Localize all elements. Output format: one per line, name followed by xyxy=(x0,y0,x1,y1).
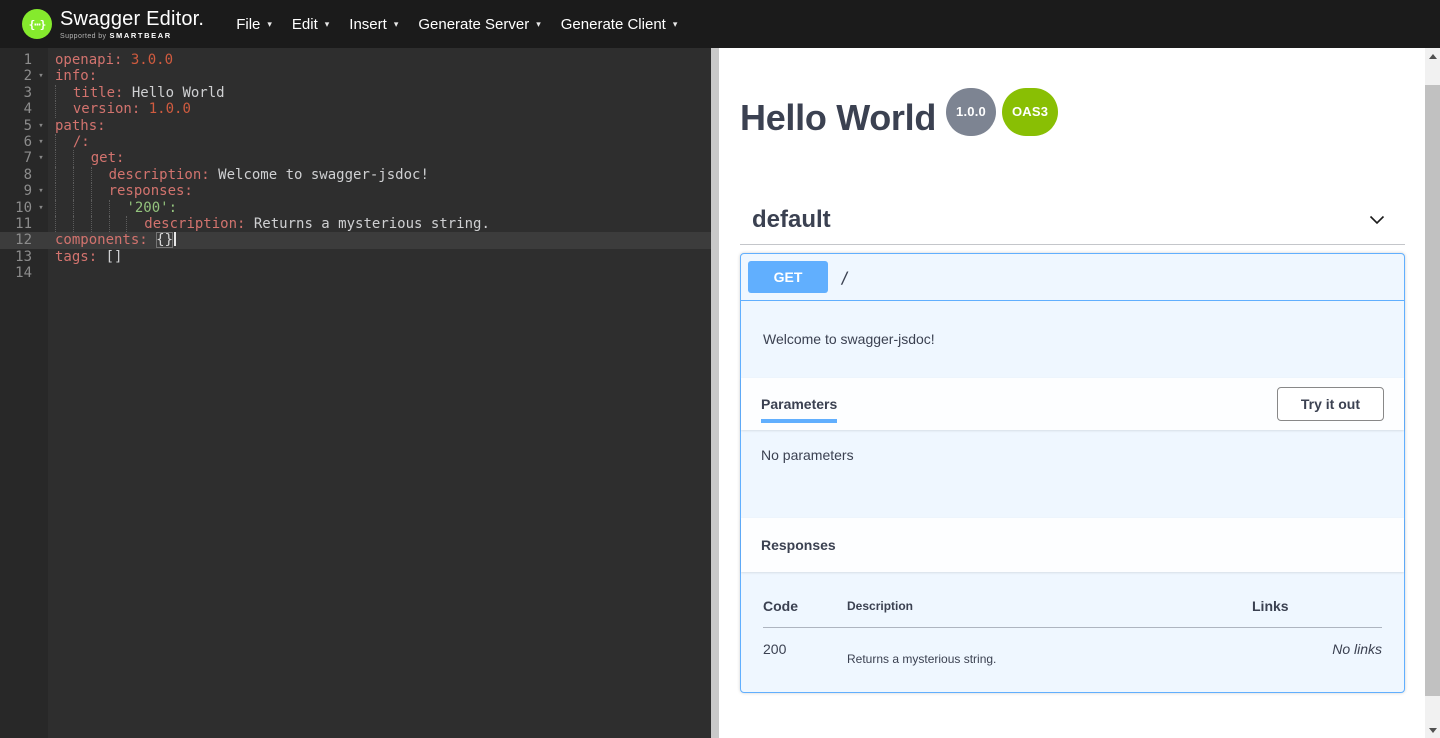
editor-line: 2▾info: xyxy=(0,68,711,84)
parameters-header: Parameters Try it out xyxy=(741,378,1404,430)
chevron-down-icon: ▾ xyxy=(536,19,541,30)
editor-line: 5▾paths: xyxy=(0,118,711,134)
fold-toggle-icon[interactable]: ▾ xyxy=(34,150,48,166)
brand-subtitle: Supported bySMARTBEAR xyxy=(60,31,204,40)
chevron-down-icon: ▾ xyxy=(394,19,399,30)
editor-line: 7▾ get: xyxy=(0,150,711,166)
chevron-down-icon: ▾ xyxy=(673,19,678,30)
scrollbar-thumb[interactable] xyxy=(1425,85,1440,696)
responses-table: Code Description Links 200 Returns a mys… xyxy=(763,598,1382,666)
swagger-logo-icon: {⋯} xyxy=(22,9,52,39)
scroll-down-arrow[interactable] xyxy=(1425,722,1440,738)
brand-title: Swagger Editor. xyxy=(60,9,204,29)
response-description: Returns a mysterious string. xyxy=(847,628,1252,667)
version-badge: 1.0.0 xyxy=(946,88,996,136)
editor-line: 1openapi: 3.0.0 xyxy=(0,52,711,68)
response-code: 200 xyxy=(763,628,847,667)
responses-col-links: Links xyxy=(1252,598,1382,628)
editor-line: 11 description: Returns a mysterious str… xyxy=(0,216,711,232)
opblock-get: GET / Welcome to swagger-jsdoc! Paramete… xyxy=(740,253,1405,693)
try-it-out-button[interactable]: Try it out xyxy=(1277,387,1384,421)
editor-line: 9▾ responses: xyxy=(0,183,711,199)
vertical-scrollbar[interactable] xyxy=(1425,48,1440,738)
tab-parameters[interactable]: Parameters xyxy=(761,378,837,423)
operation-path: / xyxy=(840,268,850,287)
tag-section-default[interactable]: default xyxy=(740,196,1405,245)
editor-line: 14 xyxy=(0,265,711,281)
menu-edit[interactable]: Edit▾ xyxy=(282,2,339,47)
menu-bar: File▾ Edit▾ Insert▾ Generate Server▾ Gen… xyxy=(226,2,687,47)
editor-line: 8 description: Welcome to swagger-jsdoc! xyxy=(0,167,711,183)
chevron-down-icon: ▾ xyxy=(267,19,272,30)
get-method-badge: GET xyxy=(748,261,828,293)
table-row: 200 Returns a mysterious string. No link… xyxy=(763,628,1382,667)
chevron-down-icon[interactable] xyxy=(1367,210,1387,230)
response-links: No links xyxy=(1252,628,1382,667)
tag-title: default xyxy=(752,206,831,234)
editor-line: 4 version: 1.0.0 xyxy=(0,101,711,117)
editor-line: 12components: {} xyxy=(0,232,711,248)
editor-line: 6▾ /: xyxy=(0,134,711,150)
fold-toggle-icon[interactable]: ▾ xyxy=(34,118,48,134)
chevron-down-icon: ▾ xyxy=(325,19,330,30)
operation-description: Welcome to swagger-jsdoc! xyxy=(741,301,1404,378)
text-cursor xyxy=(174,232,176,246)
editor-line: 13tags: [] xyxy=(0,249,711,265)
fold-toggle-icon[interactable]: ▾ xyxy=(34,200,48,216)
pane-resize-handle[interactable] xyxy=(711,48,719,738)
swagger-editor-brand[interactable]: {⋯} Swagger Editor. Supported bySMARTBEA… xyxy=(22,9,204,40)
scroll-up-arrow[interactable] xyxy=(1425,48,1440,64)
responses-table-wrapper: Code Description Links 200 Returns a mys… xyxy=(741,572,1404,666)
code-editor[interactable]: 1openapi: 3.0.02▾info:3 title: Hello Wor… xyxy=(0,48,711,738)
editor-line: 3 title: Hello World xyxy=(0,85,711,101)
no-parameters-message: No parameters xyxy=(741,430,1404,518)
menu-generate-client[interactable]: Generate Client▾ xyxy=(551,2,688,47)
navbar: {⋯} Swagger Editor. Supported bySMARTBEA… xyxy=(0,0,1440,48)
operation-summary[interactable]: GET / xyxy=(741,254,1404,301)
api-title: Hello World1.0.0OAS3 xyxy=(740,88,1405,138)
menu-file[interactable]: File▾ xyxy=(226,2,282,47)
fold-toggle-icon[interactable]: ▾ xyxy=(34,134,48,150)
fold-toggle-icon[interactable]: ▾ xyxy=(34,183,48,199)
swagger-ui-panel: Hello World1.0.0OAS3 default GET / Welco… xyxy=(719,48,1425,738)
responses-col-code: Code xyxy=(763,598,847,628)
responses-header: Responses xyxy=(741,518,1404,572)
oas3-badge: OAS3 xyxy=(1002,88,1058,136)
menu-generate-server[interactable]: Generate Server▾ xyxy=(408,2,550,47)
fold-toggle-icon[interactable]: ▾ xyxy=(34,68,48,84)
responses-col-description: Description xyxy=(847,598,1252,628)
menu-insert[interactable]: Insert▾ xyxy=(339,2,408,47)
editor-line: 10▾ '200': xyxy=(0,200,711,216)
